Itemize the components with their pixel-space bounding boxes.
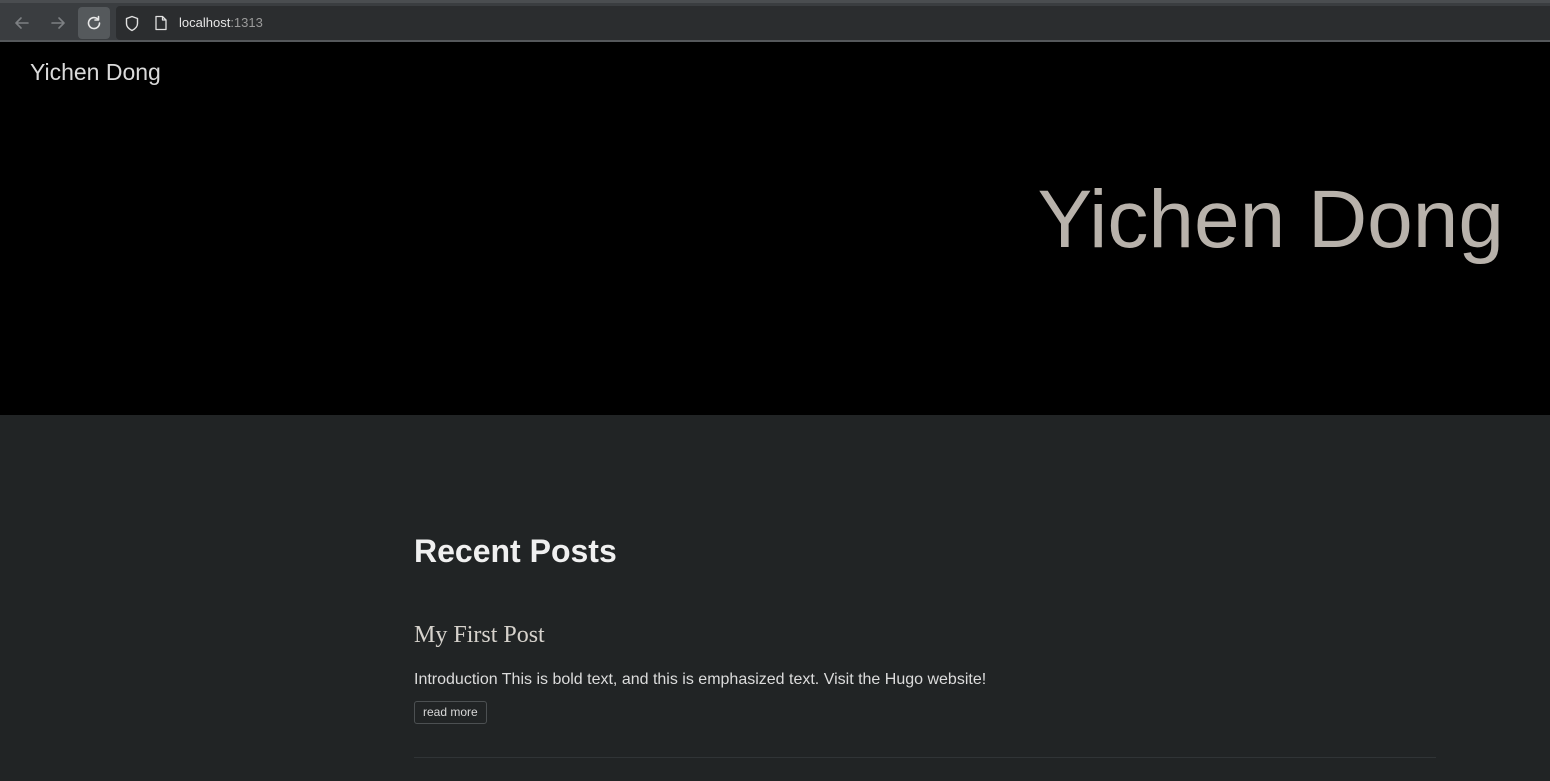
shield-icon[interactable] <box>124 15 140 32</box>
main-content: Recent Posts My First Post Introduction … <box>414 415 1436 781</box>
hero-header: Yichen Dong Yichen Dong <box>0 42 1550 415</box>
back-arrow-icon <box>15 17 29 29</box>
site-title-link[interactable]: Yichen Dong <box>30 59 161 86</box>
back-button[interactable] <box>6 7 38 39</box>
url-port: :1313 <box>230 15 263 30</box>
post-summary: Introduction This is bold text, and this… <box>414 671 987 688</box>
recent-posts-heading: Recent Posts <box>414 533 617 569</box>
post-divider <box>414 757 1436 758</box>
forward-arrow-icon <box>51 17 65 29</box>
address-bar[interactable]: localhost:1313 <box>116 6 1550 40</box>
page-icon[interactable] <box>154 15 168 31</box>
hero-title: Yichen Dong <box>1037 174 1505 265</box>
forward-button[interactable] <box>42 7 74 39</box>
reload-button[interactable] <box>78 7 110 39</box>
post-title[interactable]: My First Post <box>414 622 545 649</box>
reload-icon <box>87 15 101 30</box>
url-host: localhost <box>179 15 231 30</box>
read-more-button[interactable]: read more <box>414 701 487 724</box>
url-text[interactable]: localhost:1313 <box>179 15 263 31</box>
browser-toolbar: localhost:1313 <box>0 0 1550 45</box>
